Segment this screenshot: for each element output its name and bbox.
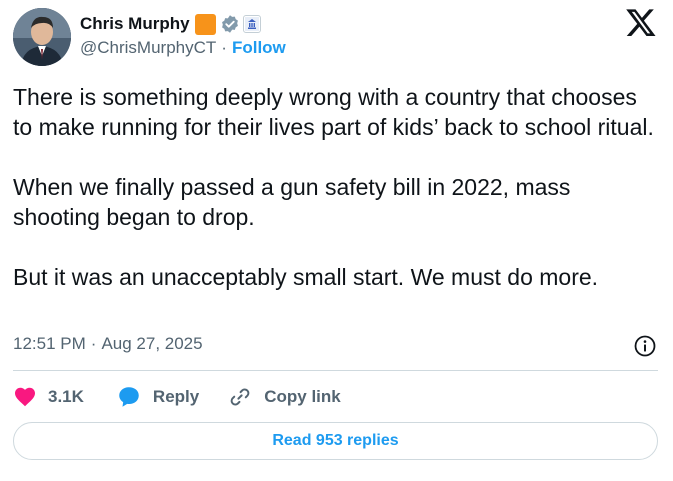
copy-link-button[interactable]: Copy link — [227, 384, 341, 410]
timestamp-separator: · — [90, 334, 97, 353]
reply-bubble-icon — [119, 387, 139, 407]
tweet-text: There is something deeply wrong with a c… — [13, 82, 658, 292]
heart-icon — [15, 387, 35, 407]
tweet-card: Chris Murphy @ChrisMurphyCT · Follow The… — [0, 0, 673, 481]
author-name[interactable]: Chris Murphy — [80, 14, 190, 34]
government-affiliation-icon — [242, 15, 261, 33]
author-name-row: Chris Murphy — [80, 12, 261, 36]
author-avatar[interactable] — [13, 8, 71, 66]
action-bar: 3.1K Reply Copy link — [13, 383, 341, 411]
follow-button[interactable]: Follow — [232, 38, 286, 58]
reply-button[interactable]: Reply — [116, 384, 199, 410]
read-replies-button[interactable]: Read 953 replies — [13, 422, 658, 460]
copy-link-label: Copy link — [264, 387, 341, 406]
tweet-paragraph-3: But it was an unacceptably small start. … — [13, 264, 599, 290]
verified-badge-icon — [221, 15, 238, 33]
x-logo-icon[interactable] — [625, 6, 657, 38]
tweet-paragraph-1: There is something deeply wrong with a c… — [13, 84, 654, 140]
handle-separator: · — [221, 38, 227, 57]
tweet-paragraph-2: When we finally passed a gun safety bill… — [13, 174, 571, 230]
tweet-date: Aug 27, 2025 — [101, 334, 203, 353]
author-handle[interactable]: @ChrisMurphyCT — [80, 38, 216, 58]
author-handle-row: @ChrisMurphyCT · Follow — [80, 38, 286, 58]
read-replies-label: Read 953 replies — [272, 432, 399, 449]
info-icon[interactable] — [633, 334, 657, 358]
user-portrait-icon — [13, 8, 71, 66]
link-icon — [230, 388, 250, 406]
like-count: 3.1K — [48, 387, 84, 406]
orange-square-badge — [194, 13, 216, 35]
tweet-timestamp[interactable]: 12:51 PM · Aug 27, 2025 — [13, 334, 203, 354]
reply-label: Reply — [152, 387, 200, 406]
divider — [13, 370, 658, 371]
tweet-time: 12:51 PM — [13, 334, 86, 353]
like-button[interactable]: 3.1K — [13, 385, 84, 409]
